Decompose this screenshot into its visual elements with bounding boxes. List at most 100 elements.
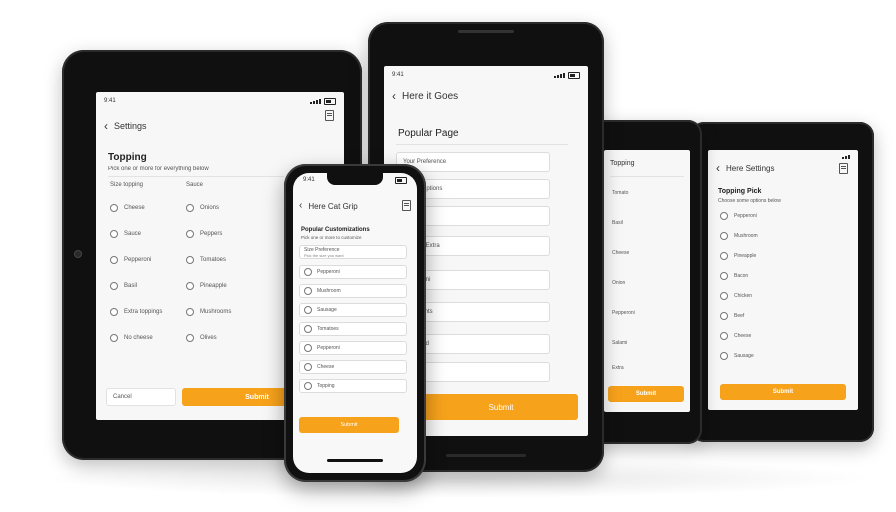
option-row[interactable]: No cheese [110, 334, 153, 342]
option-row[interactable]: Mushroom [299, 284, 407, 298]
status-bar: 9:41 [392, 70, 580, 80]
tablet-right-b: ‹ Here Settings Topping Pick Choose some… [690, 122, 874, 442]
option-row[interactable]: Extra toppings [110, 308, 162, 316]
signal-icon [310, 98, 321, 104]
status-time: 9:41 [392, 72, 404, 78]
option-row[interactable]: Sausage [720, 352, 754, 360]
submit-button[interactable]: Submit [720, 384, 846, 400]
page-title: Here it Goes [402, 90, 459, 102]
radio-icon[interactable] [304, 268, 312, 276]
radio-icon[interactable] [720, 232, 728, 240]
radio-icon[interactable] [720, 292, 728, 300]
radio-icon[interactable] [186, 204, 194, 212]
option-row[interactable]: Basil [110, 282, 137, 290]
radio-icon[interactable] [110, 308, 118, 316]
option-row[interactable]: Topping [299, 379, 407, 393]
radio-icon[interactable] [186, 308, 194, 316]
radio-icon[interactable] [304, 344, 312, 352]
option-row[interactable]: Pepperoni [110, 256, 151, 264]
option-row[interactable]: Tomatoes [186, 256, 226, 264]
page-title: Here Settings [726, 163, 775, 173]
list-item[interactable]: Salami [612, 340, 627, 346]
option-row[interactable]: Cheese [110, 204, 145, 212]
header: ‹ Here it Goes [392, 90, 578, 102]
radio-icon[interactable] [304, 306, 312, 314]
section-title: Popular Customizations [301, 227, 370, 233]
radio-icon[interactable] [304, 382, 312, 390]
option-row[interactable]: Peppers [186, 230, 222, 238]
option-row[interactable]: Sausage [299, 303, 407, 317]
back-icon[interactable]: ‹ [392, 90, 396, 102]
submit-button[interactable]: Submit [299, 417, 399, 433]
document-icon[interactable] [402, 200, 411, 211]
radio-icon[interactable] [186, 230, 194, 238]
top-speaker [458, 30, 514, 33]
radio-icon[interactable] [110, 282, 118, 290]
page-title: Here Cat Grip [308, 201, 358, 211]
battery-icon [324, 97, 336, 105]
radio-icon[interactable] [304, 287, 312, 295]
section-subtitle: Pick one or more for everything below [108, 166, 209, 172]
option-row[interactable]: Cheese [299, 360, 407, 374]
radio-icon[interactable] [110, 256, 118, 264]
radio-icon[interactable] [186, 334, 194, 342]
tablet-right-a: Topping Tomato Basil Cheese Onion Pepper… [590, 120, 702, 444]
radio-icon[interactable] [186, 282, 194, 290]
cancel-button[interactable]: Cancel [106, 388, 176, 406]
divider [108, 176, 284, 177]
radio-icon[interactable] [720, 332, 728, 340]
option-row[interactable]: Pineapple [186, 282, 227, 290]
radio-icon[interactable] [110, 334, 118, 342]
radio-icon[interactable] [186, 256, 194, 264]
back-icon[interactable]: ‹ [716, 162, 720, 174]
option-row[interactable]: Onions [186, 204, 219, 212]
radio-icon[interactable] [720, 252, 728, 260]
radio-icon[interactable] [304, 325, 312, 333]
home-indicator [327, 459, 383, 462]
header: Topping [610, 160, 680, 167]
status-bar: 9:41 [303, 175, 407, 185]
list-item[interactable]: Onion [612, 280, 625, 286]
option-row[interactable]: Mushroom [720, 232, 758, 240]
radio-icon[interactable] [720, 312, 728, 320]
option-row[interactable]: Tomatoes [299, 322, 407, 336]
divider [610, 176, 684, 177]
radio-icon[interactable] [720, 212, 728, 220]
radio-icon[interactable] [304, 363, 312, 371]
submit-button[interactable]: Submit [424, 394, 578, 420]
radio-icon[interactable] [720, 352, 728, 360]
option-row[interactable]: Pepperoni [299, 341, 407, 355]
column-header-right: Sauce [186, 182, 204, 188]
list-item[interactable]: Cheese [612, 250, 629, 256]
option-row[interactable]: Mushrooms [186, 308, 231, 316]
section-title: Topping Pick [718, 188, 762, 195]
device-mockup-scene: ‹ Here Settings Topping Pick Choose some… [0, 0, 896, 512]
option-row[interactable]: Pineapple [720, 252, 756, 260]
list-item[interactable]: Pepperoni [612, 310, 635, 316]
divider [396, 144, 568, 145]
option-row[interactable]: Cheese [720, 332, 751, 340]
radio-icon[interactable] [110, 230, 118, 238]
radio-icon[interactable] [110, 204, 118, 212]
option-row[interactable]: Beef [720, 312, 744, 320]
section-subtitle: Pick one or more to customize [301, 235, 362, 240]
status-time: 9:41 [104, 98, 116, 104]
option-row[interactable]: Pepperoni [299, 265, 407, 279]
option-row[interactable]: Bacon [720, 272, 748, 280]
document-icon[interactable] [325, 110, 334, 121]
option-row[interactable]: Olives [186, 334, 217, 342]
option-row[interactable]: Pepperoni [720, 212, 757, 220]
radio-icon[interactable] [720, 272, 728, 280]
back-icon[interactable]: ‹ [299, 201, 302, 211]
list-item[interactable]: Extra [612, 365, 624, 371]
option-row[interactable]: Chicken [720, 292, 752, 300]
option-row[interactable]: Sauce [110, 230, 141, 238]
signal-icon [842, 155, 850, 159]
tablet-right-a-screen: Topping Tomato Basil Cheese Onion Pepper… [604, 150, 690, 412]
back-icon[interactable]: ‹ [104, 120, 108, 132]
list-item[interactable]: Basil [612, 220, 623, 226]
list-item[interactable]: Tomato [612, 190, 628, 196]
size-preference-field[interactable]: Size Preference Pick the size you want [299, 245, 407, 259]
submit-button[interactable]: Submit [608, 386, 684, 402]
document-icon[interactable] [839, 163, 848, 174]
